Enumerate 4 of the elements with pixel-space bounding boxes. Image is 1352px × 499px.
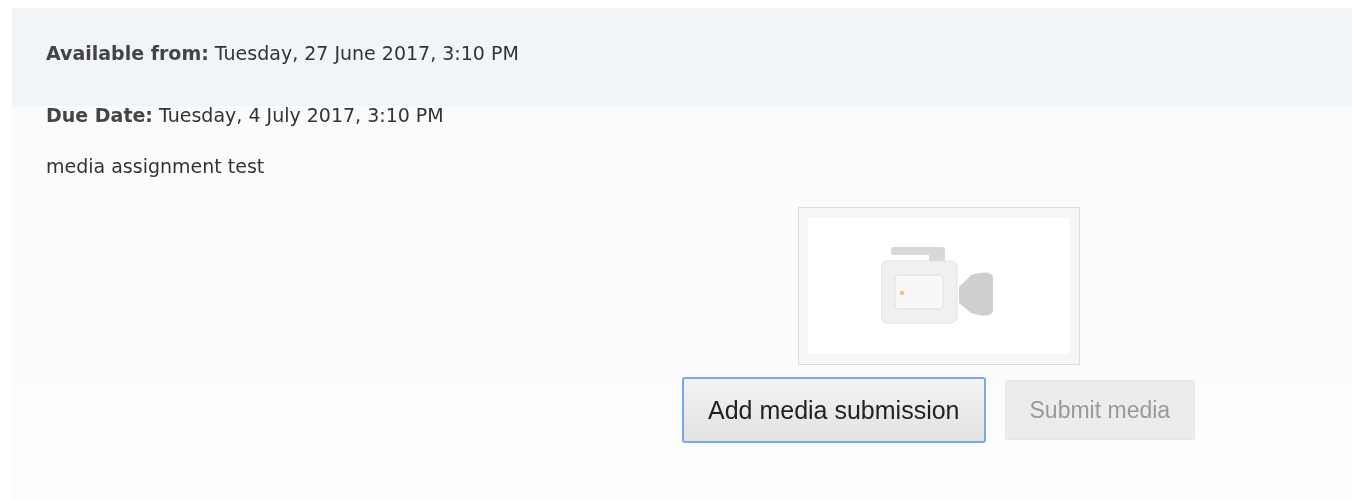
available-from-text: Available from: Tuesday, 27 June 2017, 3:10 PM <box>46 42 520 64</box>
add-media-button[interactable]: Add media submission <box>682 377 986 443</box>
due-date-text: Due Date: Tuesday, 4 July 2017, 3:10 PM <box>46 104 445 126</box>
description-text: media assignment test <box>45 154 266 177</box>
